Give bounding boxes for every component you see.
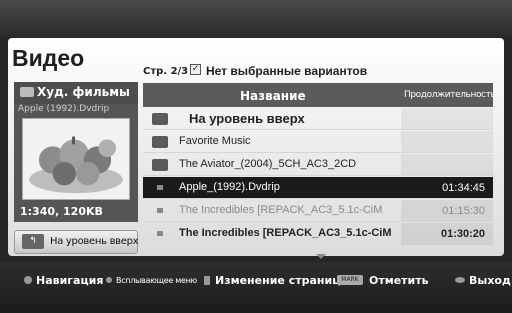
folder-up-icon: ↰: [22, 234, 44, 249]
folder-up-icon: [152, 113, 168, 125]
film-category-icon: [20, 87, 34, 97]
list-item-duration: 01:15:30: [442, 205, 485, 217]
list-item-name: Apple_(1992).Dvdrip: [179, 181, 280, 193]
list-item[interactable]: The Aviator_(2004)_5CH_AC3_2CD: [143, 154, 493, 176]
file-icon: [157, 208, 163, 213]
list-item-duration: 01:30:20: [440, 228, 485, 240]
file-icon: [157, 231, 163, 236]
mark-key-icon: MARK: [337, 275, 363, 285]
folder-icon: [152, 136, 168, 148]
list-item-name: The Incredibles [REPACK_AC3_5.1c-CiM: [179, 227, 392, 239]
hint-mark: Отметить: [369, 274, 429, 287]
hint-exit: Выход: [469, 274, 511, 287]
preview-filename: Apple (1992).Dvdrip: [18, 104, 110, 114]
list-item-name: The Incredibles [REPACK_AC3_5.1c-CiM: [179, 204, 383, 216]
preview-resolution: 1:340, 120KB: [20, 205, 103, 218]
list-item-name: Favorite Music: [179, 135, 251, 147]
navigation-icon: [24, 276, 32, 284]
menu-icon: [106, 277, 112, 283]
bottom-hint-bar: [0, 262, 512, 313]
list-item[interactable]: На уровень вверх: [143, 108, 493, 130]
list-item-selected[interactable]: Apple_(1992).Dvdrip 01:34:45: [143, 177, 493, 199]
column-duration: Продолжительность: [404, 90, 496, 100]
list-item-name: На уровень вверх: [189, 111, 305, 126]
folder-icon: [152, 159, 168, 171]
hint-popup-menu: Всплывающее меню: [116, 276, 197, 285]
hint-navigate: Навигация: [36, 274, 104, 287]
up-level-button-label: На уровень вверх: [50, 236, 139, 247]
checkbox-icon: ✓: [190, 64, 201, 75]
page-icon: [204, 276, 210, 285]
column-name: Название: [240, 89, 306, 103]
preview-thumbnail: [22, 118, 130, 200]
list-item-duration: 01:34:45: [442, 182, 485, 194]
list-item[interactable]: The Incredibles [REPACK_AC3_5.1c-CiM 01:…: [143, 223, 493, 245]
list-item-name: The Aviator_(2004)_5CH_AC3_2CD: [179, 158, 357, 170]
list-item[interactable]: The Incredibles [REPACK_AC3_5.1c-CiM 01:…: [143, 200, 493, 222]
selection-status: Нет выбранные вариантов: [206, 64, 368, 78]
preview-category: Худ. фильмы: [37, 85, 130, 99]
back-arrow-icon: [455, 277, 465, 283]
hint-page-change: Изменение страницы: [215, 274, 351, 287]
file-icon: [157, 185, 163, 190]
page-title: Видео: [12, 45, 85, 71]
page-indicator: Стр. 2/3: [143, 66, 189, 77]
list-item[interactable]: Favorite Music: [143, 131, 493, 153]
top-band: [0, 0, 512, 38]
scroll-down-icon[interactable]: [316, 254, 326, 259]
